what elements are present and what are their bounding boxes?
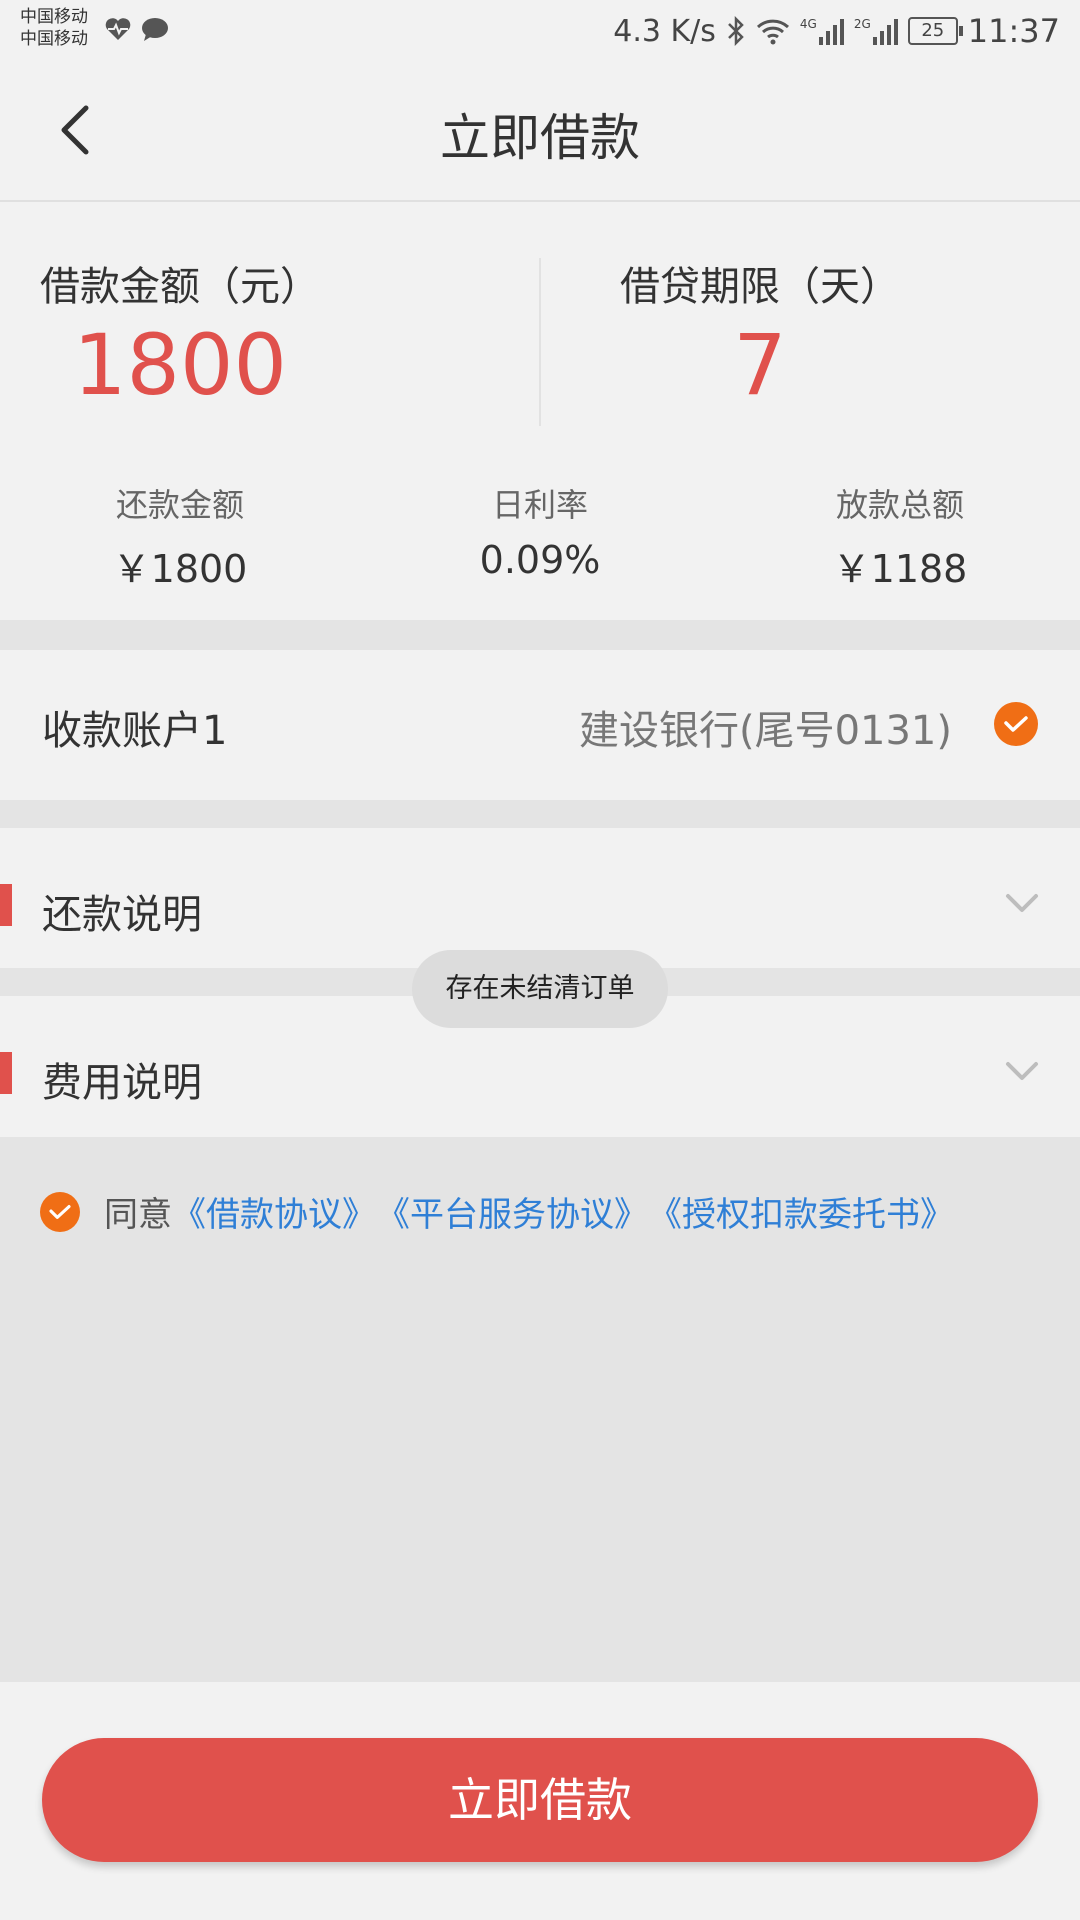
repayment-info-label: 还款说明 [42, 892, 202, 938]
loan-amount-value: 1800 [73, 316, 287, 414]
account-label: 收款账户1 [42, 708, 228, 754]
status-bar: 中国移动 中国移动 4.3 K/s 4G 2G 25 11:37 [0, 0, 1080, 62]
nav-bar: 立即借款 [0, 62, 1080, 202]
network-type-2: 2G [853, 17, 871, 31]
account-selected-check-icon[interactable] [994, 702, 1038, 746]
section-gap [0, 620, 1080, 650]
section-gap [0, 800, 1080, 828]
daily-rate-block: 日利率 0.09% [390, 480, 690, 582]
agreement-check-icon[interactable] [40, 1191, 80, 1232]
daily-rate-value: 0.09% [479, 538, 601, 582]
repayment-info-row[interactable]: 还款说明 [0, 828, 1080, 968]
account-value: 建设银行(尾号0131) [578, 708, 952, 754]
loan-term-label: 借贷期限（天） [620, 264, 900, 310]
chevron-down-icon[interactable] [1002, 888, 1042, 918]
daily-rate-label: 日利率 [491, 486, 588, 524]
chat-bubble-icon [142, 18, 168, 41]
agreement-prefix: 同意 [104, 1195, 172, 1235]
loan-term-value: 7 [733, 316, 787, 414]
borrow-now-button[interactable]: 立即借款 [42, 1738, 1038, 1862]
carrier-1: 中国移动 [20, 7, 88, 27]
agreement-line: 同意 《借款协议》 《平台服务协议》 《授权扣款委托书》 [40, 1187, 954, 1236]
health-heart-icon [105, 18, 131, 40]
system-status: 4.3 K/s 4G 2G 25 11:37 [613, 12, 1060, 50]
receiving-account-row[interactable]: 收款账户1 建设银行(尾号0131) [0, 650, 1080, 800]
loan-summary: 借款金额（元） 1800 借贷期限（天） 7 还款金额 ￥1800 日利率 0.… [0, 202, 1080, 620]
clock: 11:37 [967, 12, 1060, 50]
repay-amount-label: 还款金额 [115, 486, 244, 524]
platform-service-agreement-link[interactable]: 《平台服务协议》 [376, 1187, 648, 1236]
loan-amount-block: 借款金额（元） 1800 [0, 254, 450, 414]
payout-total-block: 放款总额 ￥1188 [750, 480, 1050, 593]
toast-message: 存在未结清订单 [412, 950, 668, 1028]
fee-info-label: 费用说明 [42, 1060, 202, 1106]
chevron-down-icon[interactable] [1002, 1056, 1042, 1086]
section-marker [0, 884, 12, 926]
signal-2: 2G [854, 17, 898, 45]
loan-details: 还款金额 ￥1800 日利率 0.09% 放款总额 ￥1188 [0, 480, 1080, 593]
wifi-icon [756, 19, 789, 45]
carrier-info: 中国移动 中国移动 [20, 6, 88, 50]
network-type-1: 4G [799, 17, 817, 31]
net-speed: 4.3 K/s [613, 13, 716, 49]
loan-amount-label: 借款金额（元） [40, 264, 320, 310]
repay-amount-value: ￥1800 [112, 547, 248, 591]
bottom-bar: 立即借款 [0, 1682, 1080, 1920]
signal-bars-2-icon [872, 17, 898, 45]
section-marker [0, 1052, 12, 1094]
payout-total-value: ￥1188 [832, 547, 968, 591]
debit-authorization-link[interactable]: 《授权扣款委托书》 [648, 1187, 954, 1236]
signal-1: 4G [800, 17, 844, 45]
page-title: 立即借款 [440, 109, 640, 167]
loan-agreement-link[interactable]: 《借款协议》 [172, 1187, 376, 1236]
battery-icon: 25 [907, 17, 963, 45]
notification-icons [104, 16, 170, 42]
bluetooth-icon [728, 16, 744, 46]
agreement-area: 同意 《借款协议》 《平台服务协议》 《授权扣款委托书》 [0, 1137, 1080, 1682]
carrier-2: 中国移动 [20, 29, 88, 49]
repay-amount-block: 还款金额 ￥1800 [30, 480, 330, 593]
signal-bars-1-icon [818, 17, 844, 45]
loan-term-block: 借贷期限（天） 7 [490, 254, 1030, 414]
payout-total-label: 放款总额 [835, 486, 964, 524]
